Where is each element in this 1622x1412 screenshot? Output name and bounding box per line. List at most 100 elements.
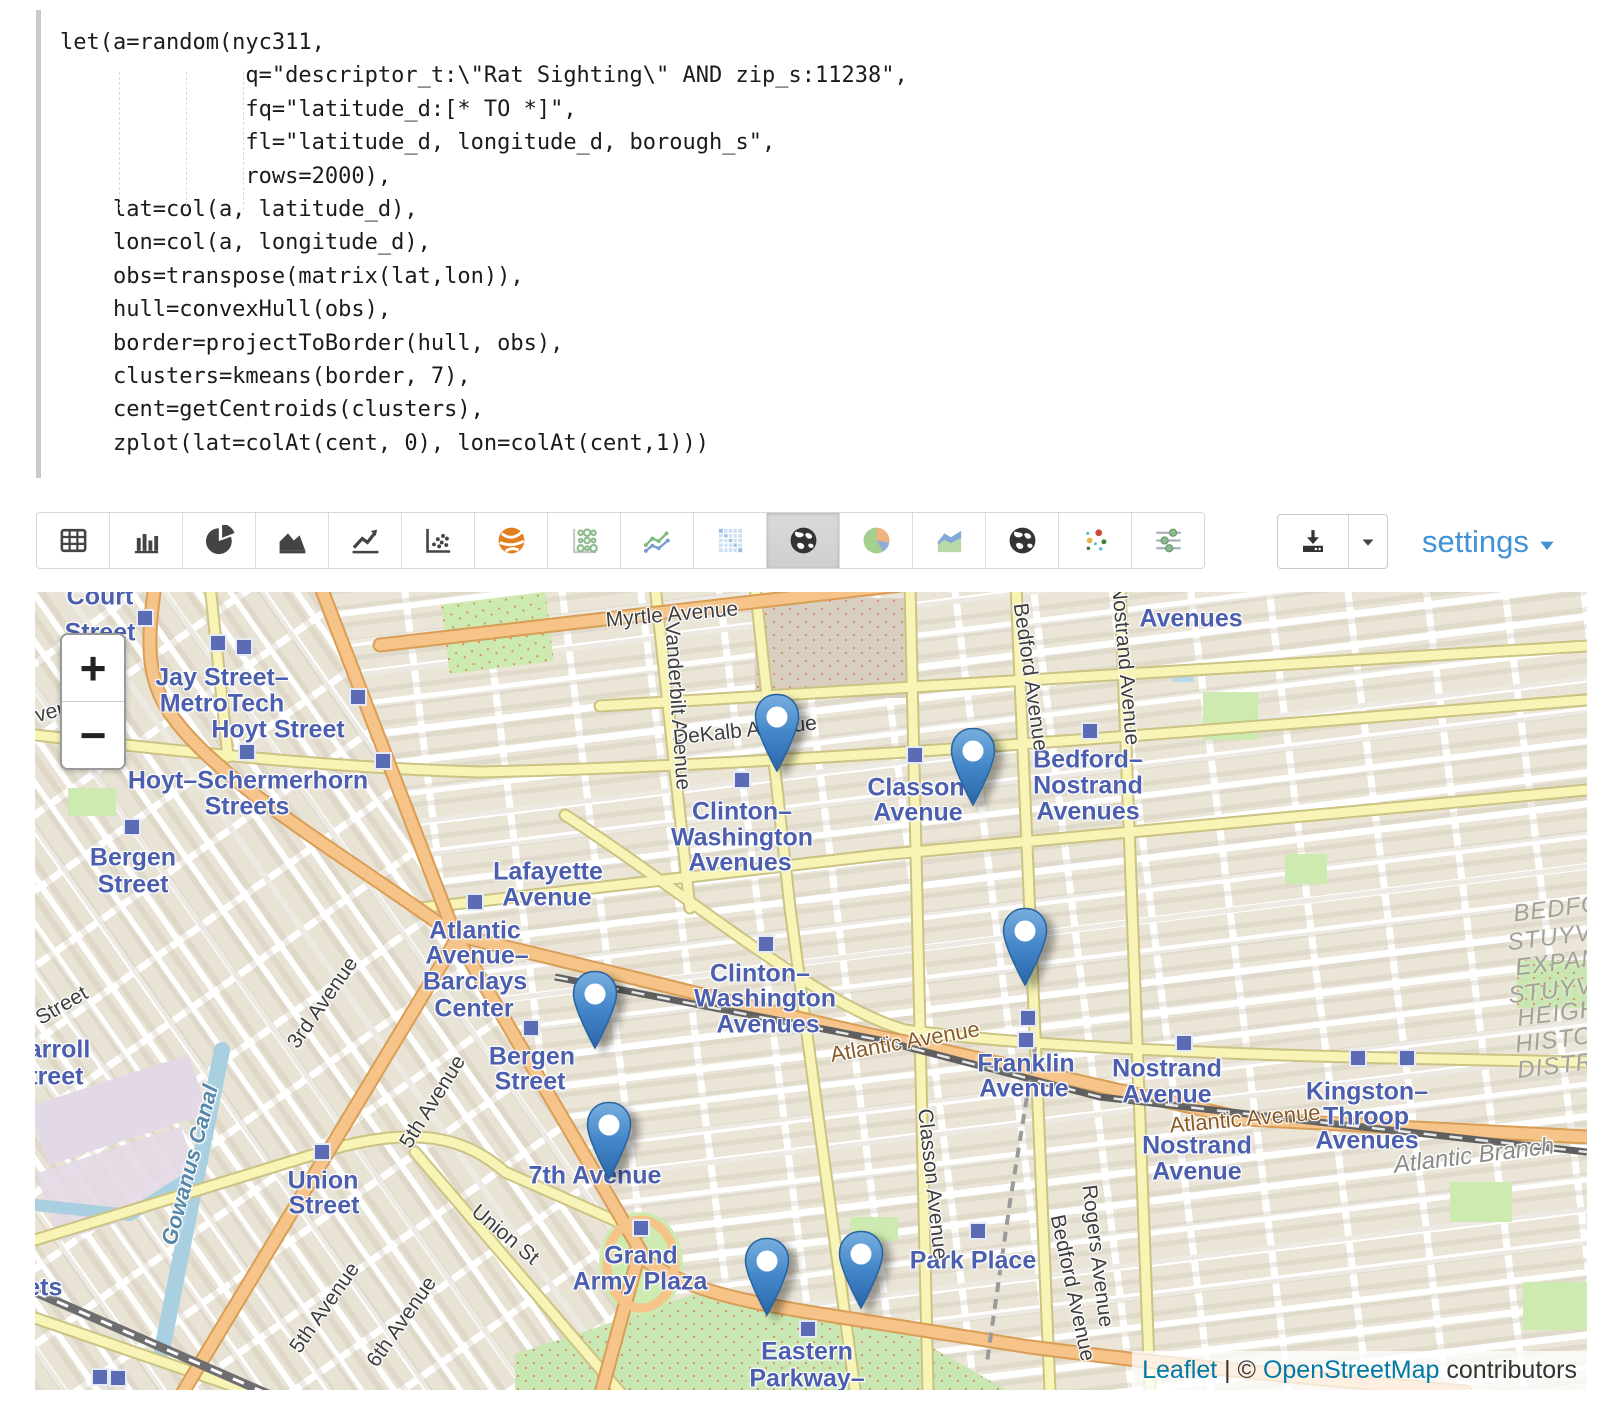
code-lines: let(a=random(nyc311, q="descriptor_t:\"R…	[60, 26, 1584, 460]
map-label: Parkway–	[749, 1365, 864, 1391]
pie-chart-colored-icon	[861, 525, 892, 556]
subway-station-square	[136, 609, 154, 627]
map-label: Avenue	[1152, 1158, 1241, 1187]
code-line: obs=transpose(matrix(lat,lon)),	[60, 260, 1584, 293]
viz-scatter-colored-button[interactable]	[1059, 513, 1132, 568]
map-label: Bedford–	[1033, 746, 1143, 775]
line-chart-icon	[350, 525, 381, 556]
download-icon	[1298, 527, 1328, 557]
openstreetmap-link[interactable]: OpenStreetMap	[1263, 1356, 1440, 1384]
viz-pie-chart-colored-button[interactable]	[840, 513, 913, 568]
scatter-plot-icon	[423, 525, 454, 556]
code-line: q="descriptor_t:\"Rat Sighting\" AND zip…	[60, 59, 1584, 92]
subway-station-square	[906, 746, 924, 764]
map-pin-icon	[752, 693, 802, 775]
facet-ranges-icon	[1153, 525, 1184, 556]
code-line: let(a=random(nyc311,	[60, 26, 1584, 59]
subway-station-square	[349, 688, 367, 706]
subway-station-square	[123, 818, 141, 836]
map-label: Clinton–	[692, 798, 792, 827]
viz-globe-map-button[interactable]	[767, 513, 840, 568]
zoom-out-button[interactable]: −	[62, 702, 124, 768]
attribution-separator: | ©	[1217, 1356, 1263, 1384]
indent-guide	[119, 72, 120, 210]
map-label: Avenue	[979, 1075, 1068, 1104]
code-line: cent=getCentroids(clusters),	[60, 393, 1584, 426]
settings-toggle[interactable]: settings	[1422, 524, 1557, 560]
map-zoom-control: + −	[60, 633, 126, 770]
subway-station-square	[632, 1219, 650, 1237]
globe-orange-icon	[496, 525, 527, 556]
map-label: Lafayette	[493, 858, 603, 887]
viz-facet-ranges-button[interactable]	[1132, 513, 1204, 568]
cluster-centroid-marker[interactable]	[570, 970, 620, 1052]
map-label: Eastern	[761, 1338, 853, 1367]
map-pin-icon	[948, 727, 998, 809]
cluster-centroid-marker[interactable]	[1000, 907, 1050, 989]
attribution-contributors: contributors	[1439, 1356, 1577, 1384]
subway-station-square	[466, 893, 484, 911]
viz-bubble-matrix-button[interactable]	[548, 513, 621, 568]
cluster-centroid-marker[interactable]	[948, 727, 998, 809]
subway-station-square	[1175, 1034, 1193, 1052]
map-label: Grand	[604, 1242, 678, 1271]
code-line: fq="latitude_d:[* TO *]",	[60, 93, 1584, 126]
map-label: Court	[67, 592, 134, 612]
code-line: lat=col(a, latitude_d),	[60, 193, 1584, 226]
viz-table-button[interactable]	[37, 513, 110, 568]
map-label: Hoyt–Schermerhorn	[128, 767, 368, 796]
viz-bar-chart-button[interactable]	[110, 513, 183, 568]
viz-multi-line-chart-button[interactable]	[621, 513, 694, 568]
viz-area-chart-colored-button[interactable]	[913, 513, 986, 568]
map-label: Avenue	[502, 884, 591, 913]
bubble-matrix-icon	[569, 525, 600, 556]
code-line: clusters=kmeans(border, 7),	[60, 360, 1584, 393]
code-line: zplot(lat=colAt(cent, 0), lon=colAt(cent…	[60, 427, 1584, 460]
viz-globe-orange-button[interactable]	[475, 513, 548, 568]
cluster-centroid-marker[interactable]	[742, 1237, 792, 1319]
multi-line-chart-icon	[642, 525, 673, 556]
map-label: Army Plaza	[573, 1268, 708, 1297]
subway-station-square	[374, 752, 392, 770]
visualization-toolbar	[36, 512, 1205, 569]
code-editor[interactable]: let(a=random(nyc311, q="descriptor_t:\"R…	[36, 10, 1584, 478]
leaflet-map[interactable]: CourtStreetJay Street–MetroTechHoyt Stre…	[35, 592, 1587, 1390]
map-label: Avenue–	[425, 942, 528, 971]
map-pin-icon	[1000, 907, 1050, 989]
area-chart-icon	[277, 525, 308, 556]
download-button[interactable]	[1278, 515, 1349, 568]
download-options-button[interactable]	[1349, 515, 1387, 568]
cluster-centroid-marker[interactable]	[836, 1230, 886, 1312]
map-label: MetroTech	[160, 690, 285, 719]
leaflet-link[interactable]: Leaflet	[1142, 1356, 1217, 1384]
viz-area-chart-button[interactable]	[256, 513, 329, 568]
map-label: Avenues	[1036, 798, 1139, 827]
map-label: Jay Street–	[155, 664, 288, 693]
viz-pie-chart-button[interactable]	[183, 513, 256, 568]
map-label: Avenues	[688, 849, 791, 878]
zoom-in-button[interactable]: +	[62, 635, 124, 702]
code-line: hull=convexHull(obs),	[60, 293, 1584, 326]
pie-chart-icon	[204, 525, 235, 556]
map-label: Carroll	[35, 1036, 90, 1065]
map-label: Avenues	[716, 1011, 819, 1040]
viz-heatmap-button[interactable]	[694, 513, 767, 568]
viz-scatter-plot-button[interactable]	[402, 513, 475, 568]
map-attribution: Leaflet | © OpenStreetMap contributors	[1132, 1351, 1587, 1390]
subway-station-square	[313, 1143, 331, 1161]
map-label: Center	[434, 995, 513, 1024]
cluster-centroid-marker[interactable]	[584, 1101, 634, 1183]
chevron-down-icon	[1358, 532, 1378, 552]
viz-line-chart-button[interactable]	[329, 513, 402, 568]
viz-globe-dark-button[interactable]	[986, 513, 1059, 568]
cluster-centroid-marker[interactable]	[752, 693, 802, 775]
subway-station-square	[1081, 722, 1099, 740]
map-label: Avenues	[1139, 605, 1242, 634]
map-pin-icon	[742, 1237, 792, 1319]
map-pin-icon	[570, 970, 620, 1052]
subway-station-square	[1349, 1049, 1367, 1067]
area-chart-colored-icon	[934, 525, 965, 556]
code-line: lon=col(a, longitude_d),	[60, 226, 1584, 259]
map-label: Nostrand	[1112, 1055, 1222, 1084]
map-label: Nostrand	[1033, 772, 1143, 801]
